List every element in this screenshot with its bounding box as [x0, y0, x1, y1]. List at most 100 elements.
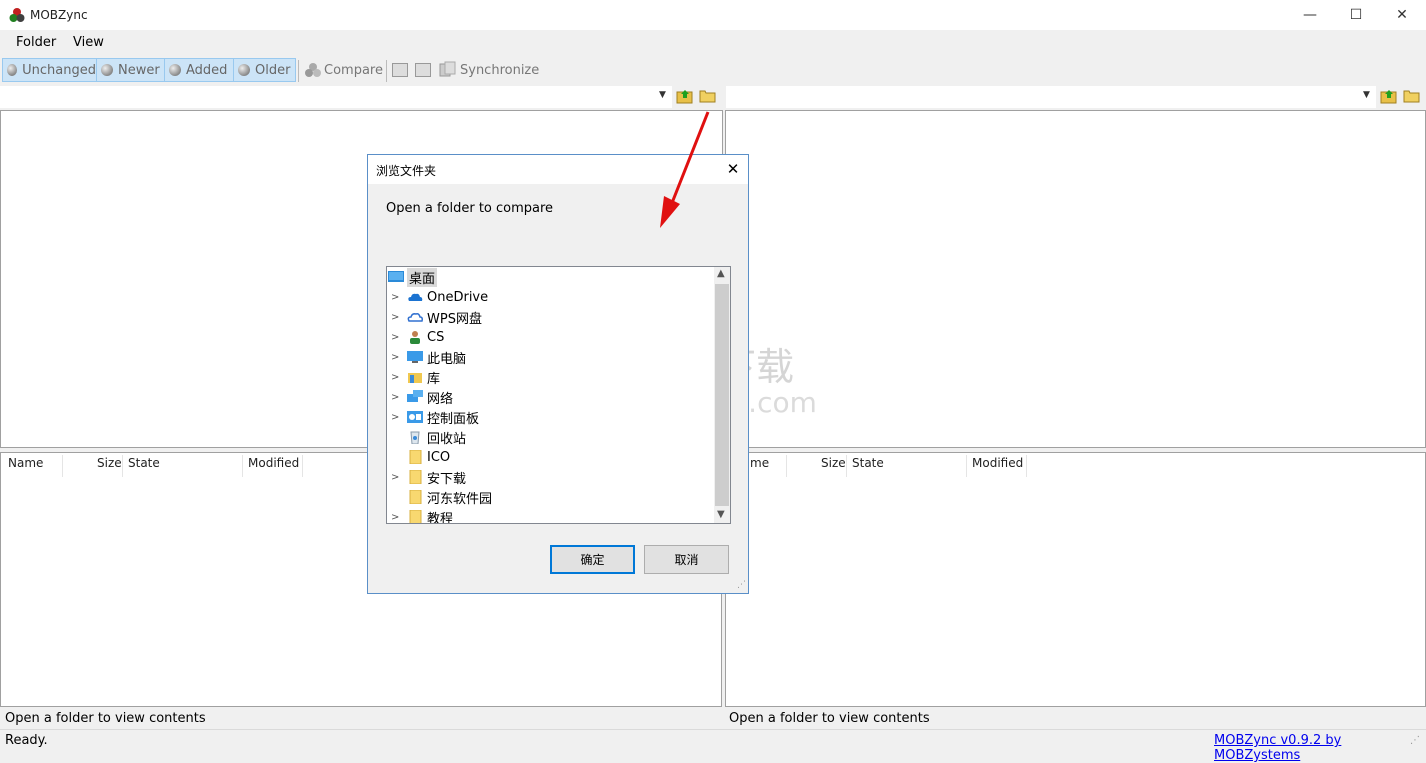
- tree-label: 此电脑: [427, 351, 467, 367]
- folder-icon: [409, 490, 422, 504]
- left-combo-arrow-icon[interactable]: ▼: [659, 90, 666, 100]
- user-icon: [410, 331, 420, 344]
- older-dot-icon: [238, 64, 250, 76]
- tree-item-cs[interactable]: > CS: [387, 327, 715, 347]
- chevron-right-icon[interactable]: >: [391, 392, 401, 403]
- about-link[interactable]: MOBZync v0.9.2 by MOBZystems: [1214, 733, 1426, 763]
- tree-item-hedong[interactable]: 河东软件园: [387, 487, 715, 507]
- added-dot-icon: [169, 64, 181, 76]
- tree-item-library[interactable]: > 库: [387, 367, 715, 387]
- left-col-size[interactable]: Size: [97, 456, 122, 470]
- compare-icon: [305, 63, 321, 77]
- filter-unchanged-label: Unchanged: [22, 62, 96, 78]
- tree-item-recycle-bin[interactable]: 回收站: [387, 427, 715, 447]
- tree-item-onedrive[interactable]: > OneDrive: [387, 287, 715, 307]
- tree-item-ico[interactable]: ICO: [387, 447, 715, 467]
- close-button[interactable]: ✕: [1379, 0, 1425, 30]
- desktop-icon: [388, 271, 404, 282]
- copy-right-button[interactable]: [392, 58, 408, 82]
- statusbar-divider: [0, 729, 1426, 730]
- title-bar: [0, 0, 1426, 30]
- scroll-up-icon[interactable]: ▲: [717, 268, 725, 279]
- copy-left-button[interactable]: [415, 58, 431, 82]
- right-folder-tree-panel[interactable]: [725, 110, 1426, 448]
- tree-label: 教程: [427, 511, 454, 524]
- filter-unchanged-button[interactable]: Unchanged: [2, 58, 97, 82]
- left-col-state[interactable]: State: [128, 456, 160, 470]
- toolbar-separator: [386, 60, 387, 82]
- control-panel-icon: [407, 411, 423, 423]
- tree-label: 安下载: [427, 471, 467, 487]
- tree-label: 桌面: [407, 267, 438, 287]
- annotation-arrow-icon: [660, 111, 710, 228]
- tree-item-tutorial[interactable]: > 教程: [387, 507, 715, 524]
- maximize-button[interactable]: ☐: [1333, 0, 1379, 30]
- filter-added-label: Added: [186, 62, 228, 78]
- chevron-right-icon[interactable]: >: [391, 312, 401, 323]
- right-col-size[interactable]: Size: [821, 456, 846, 470]
- column-divider: [62, 455, 63, 477]
- menu-folder[interactable]: Folder: [16, 35, 56, 50]
- chevron-right-icon[interactable]: >: [391, 412, 401, 423]
- menu-view[interactable]: View: [73, 35, 104, 50]
- right-col-state[interactable]: State: [852, 456, 884, 470]
- tree-item-anxz[interactable]: > 安下载: [387, 467, 715, 487]
- dialog-resize-grip-icon[interactable]: ⋰: [737, 580, 746, 590]
- chevron-right-icon[interactable]: >: [391, 352, 401, 363]
- computer-icon: [407, 351, 423, 363]
- tree-label: OneDrive: [427, 289, 489, 305]
- tree-item-desktop[interactable]: 桌面: [387, 267, 715, 287]
- cancel-button[interactable]: 取消: [644, 545, 729, 574]
- column-divider: [122, 455, 123, 477]
- right-parent-folder-icon[interactable]: [1380, 88, 1398, 104]
- chevron-right-icon[interactable]: >: [391, 372, 401, 383]
- column-divider: [242, 455, 243, 477]
- tree-label: ICO: [427, 449, 451, 465]
- tree-label: 网络: [427, 391, 454, 407]
- filter-added-button[interactable]: Added: [164, 58, 235, 82]
- chevron-right-icon[interactable]: >: [391, 512, 401, 523]
- scroll-thumb[interactable]: [715, 284, 729, 506]
- mobzync-logo-icon: [9, 8, 25, 22]
- tree-label: 库: [427, 371, 441, 387]
- column-divider: [302, 455, 303, 477]
- right-col-name[interactable]: me: [750, 456, 769, 470]
- tree-item-network[interactable]: > 网络: [387, 387, 715, 407]
- minimize-button[interactable]: —: [1287, 0, 1333, 30]
- right-file-list[interactable]: [725, 452, 1426, 707]
- compare-button[interactable]: Compare: [304, 58, 383, 82]
- chevron-right-icon[interactable]: >: [391, 472, 401, 483]
- right-path-combobox[interactable]: [726, 86, 1376, 108]
- right-open-folder-icon[interactable]: [1403, 88, 1421, 104]
- newer-dot-icon: [101, 64, 113, 76]
- folder-icon: [409, 470, 422, 484]
- left-col-modified[interactable]: Modified: [248, 456, 299, 470]
- resize-grip-icon[interactable]: ⋰: [1410, 735, 1420, 746]
- tree-label: WPS网盘: [427, 311, 482, 327]
- ok-button[interactable]: 确定: [550, 545, 635, 574]
- column-divider: [846, 455, 847, 477]
- chevron-right-icon[interactable]: >: [391, 292, 401, 303]
- filter-newer-button[interactable]: Newer: [96, 58, 165, 82]
- window-title: MOBZync: [30, 8, 88, 22]
- left-path-combobox[interactable]: [0, 86, 672, 108]
- synchronize-button[interactable]: Synchronize: [438, 58, 539, 82]
- recycle-bin-icon: [410, 431, 420, 444]
- tree-item-computer[interactable]: > 此电脑: [387, 347, 715, 367]
- column-divider: [786, 455, 787, 477]
- tree-item-wps[interactable]: > WPS网盘: [387, 307, 715, 327]
- folder-icon: [409, 450, 422, 464]
- right-combo-arrow-icon[interactable]: ▼: [1363, 90, 1370, 100]
- menu-bar: [0, 31, 1426, 55]
- compare-label: Compare: [324, 62, 383, 78]
- copy-left-icon: [415, 63, 431, 77]
- folder-tree[interactable]: 桌面 > OneDrive > WPS网盘 > CS > 此电脑 > 库 > 网…: [386, 266, 731, 524]
- scroll-down-icon[interactable]: ▼: [717, 509, 725, 520]
- tree-label: 控制面板: [427, 411, 480, 427]
- tree-item-control-panel[interactable]: > 控制面板: [387, 407, 715, 427]
- right-col-modified[interactable]: Modified: [972, 456, 1023, 470]
- tree-label: 回收站: [427, 431, 467, 447]
- left-col-name[interactable]: Name: [8, 456, 43, 470]
- chevron-right-icon[interactable]: >: [391, 332, 401, 343]
- filter-older-button[interactable]: Older: [233, 58, 296, 82]
